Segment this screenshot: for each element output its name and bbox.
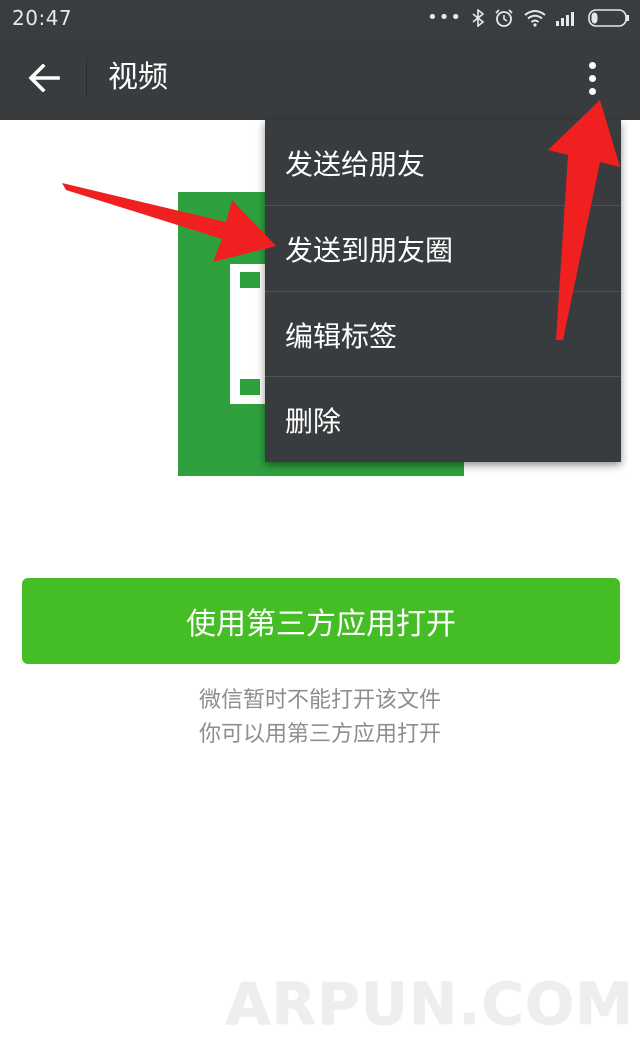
watermark: ARPUN.COM xyxy=(225,970,634,1038)
more-vertical-icon xyxy=(588,74,596,82)
menu-item-edit-tags[interactable]: 编辑标签 xyxy=(265,292,621,377)
overflow-menu: 发送给朋友 发送到朋友圈 编辑标签 删除 xyxy=(265,120,621,462)
menu-item-share-to-moments[interactable]: 发送到朋友圈 xyxy=(265,206,621,291)
wifi-icon xyxy=(524,9,546,27)
app-bar: 视频 xyxy=(0,36,640,120)
more-vertical-icon xyxy=(588,61,596,69)
menu-item-label: 删除 xyxy=(285,404,342,438)
menu-item-label: 编辑标签 xyxy=(285,319,398,353)
more-dots-icon: ••• xyxy=(427,7,462,28)
back-button[interactable] xyxy=(20,56,68,100)
more-options-button[interactable] xyxy=(574,54,610,102)
hint-line-1: 微信暂时不能打开该文件 xyxy=(198,688,441,713)
alarm-icon xyxy=(494,8,514,28)
status-bar: 20:47 ••• xyxy=(0,0,640,36)
film-hole xyxy=(240,272,260,288)
battery-icon xyxy=(588,9,630,27)
back-arrow-icon xyxy=(28,64,60,92)
status-icons: ••• xyxy=(427,0,630,36)
menu-item-label: 发送给朋友 xyxy=(285,147,426,181)
signal-icon xyxy=(556,10,578,26)
hint-line-2: 你可以用第三方应用打开 xyxy=(198,722,441,747)
menu-item-label: 发送到朋友圈 xyxy=(285,233,454,267)
more-vertical-icon xyxy=(588,87,596,95)
menu-item-delete[interactable]: 删除 xyxy=(265,377,621,462)
open-with-third-party-button[interactable]: 使用第三方应用打开 xyxy=(22,578,620,664)
film-hole xyxy=(240,379,260,395)
status-time: 20:47 xyxy=(12,6,73,30)
bluetooth-icon xyxy=(472,9,484,27)
page-title: 视频 xyxy=(108,60,168,95)
menu-item-send-to-friend[interactable]: 发送给朋友 xyxy=(265,120,621,205)
app-bar-divider xyxy=(86,58,87,98)
